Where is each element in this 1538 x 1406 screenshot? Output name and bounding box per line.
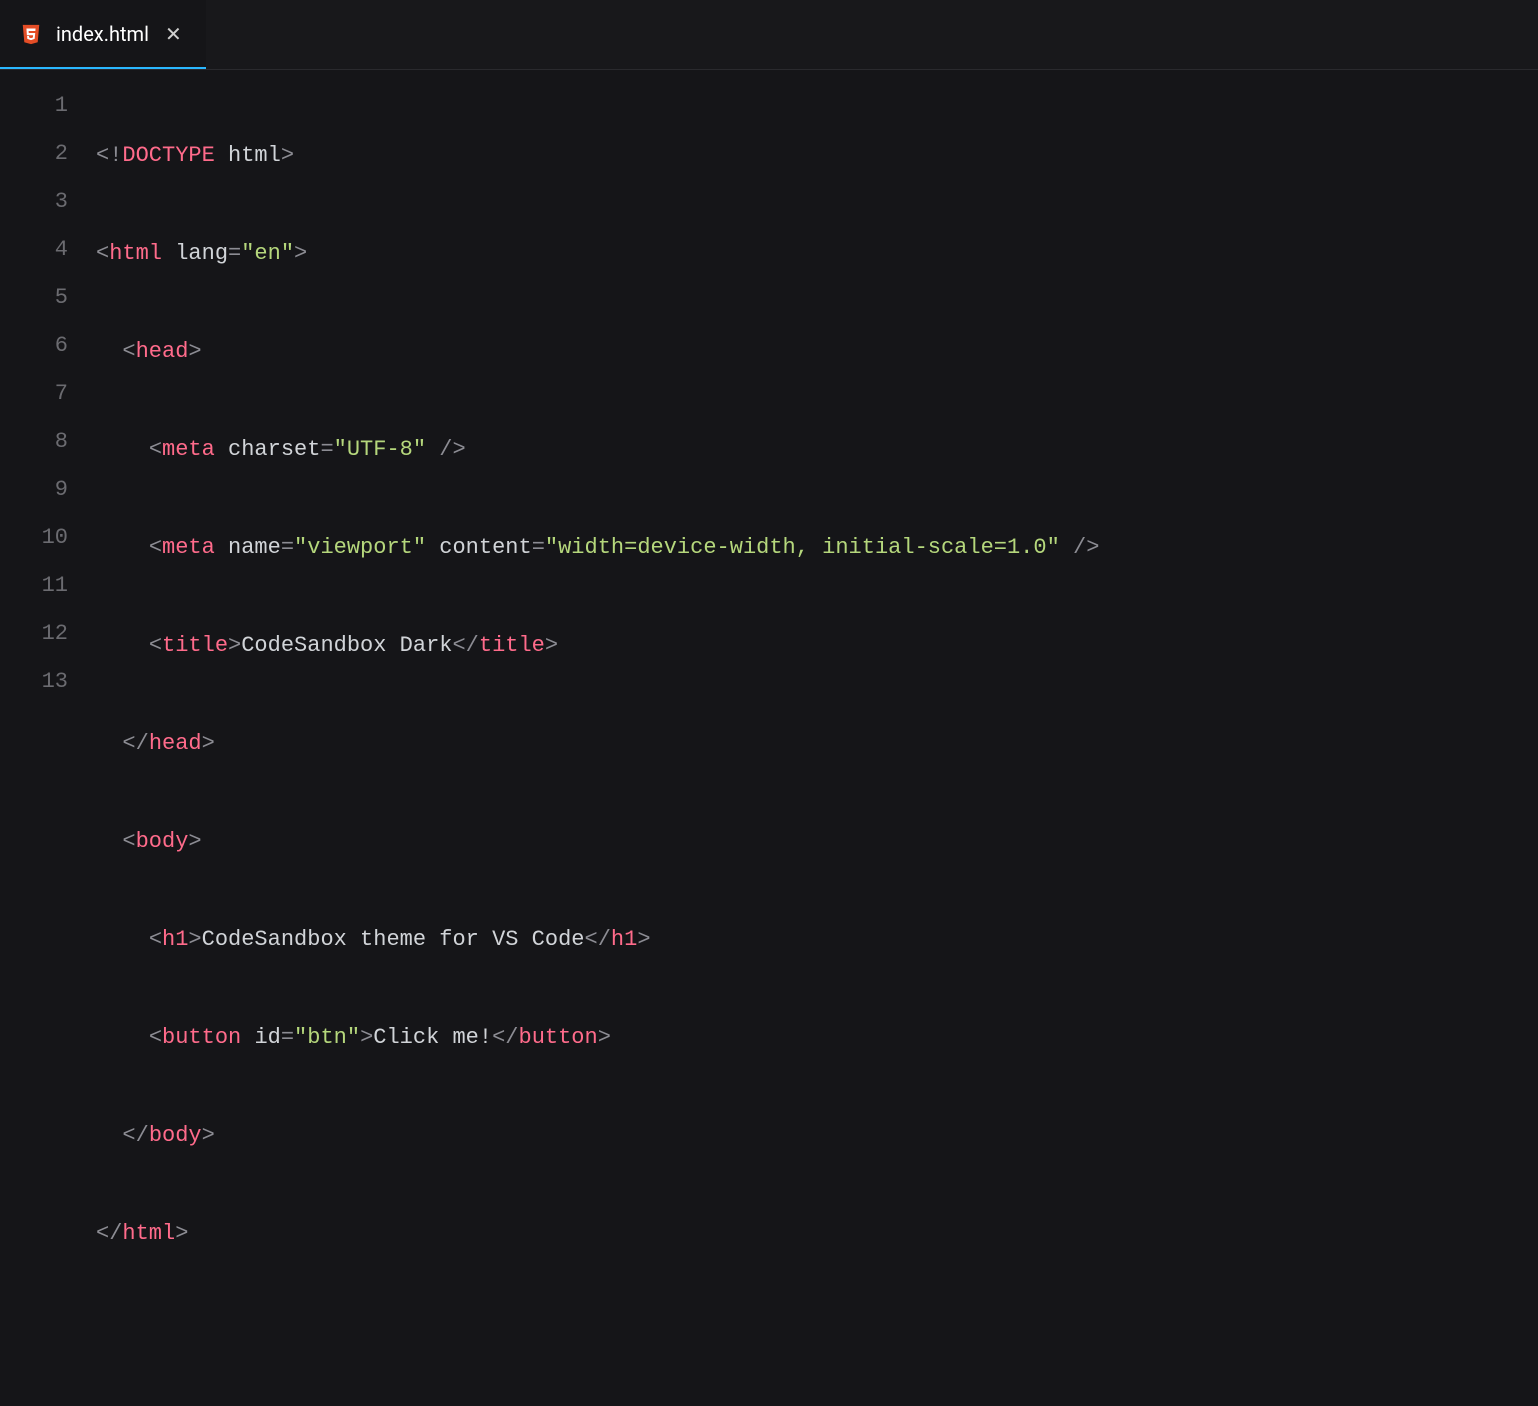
val-viewport: "viewport" [294,535,426,560]
code-line: </body> [96,1112,1538,1160]
line-number: 11 [0,562,68,610]
doctype-kw: DOCTYPE [122,143,214,168]
code-line: <h1>CodeSandbox theme for VS Code</h1> [96,916,1538,964]
line-number: 13 [0,658,68,706]
line-number: 10 [0,514,68,562]
line-number: 2 [0,130,68,178]
tag-html-close: html [122,1221,175,1246]
text-h1: CodeSandbox theme for VS Code [202,927,585,952]
val-en: "en" [241,241,294,266]
line-number: 9 [0,466,68,514]
attr-name: name [228,535,281,560]
attr-lang: lang [175,241,228,266]
tab-bar: index.html ✕ [0,0,1538,70]
close-icon[interactable]: ✕ [165,24,182,44]
gutter: 1 2 3 4 5 6 7 8 9 10 11 12 13 [0,82,96,712]
code-line [96,1308,1538,1356]
line-number: 1 [0,82,68,130]
attr-charset: charset [228,437,320,462]
code-line: </head> [96,720,1538,768]
tag-meta: meta [162,437,215,462]
line-number: 3 [0,178,68,226]
tag-head-close: head [149,731,202,756]
tag-h1-close: h1 [611,927,637,952]
text-button: Click me! [373,1025,492,1050]
attr-id: id [254,1025,280,1050]
code-line: <html lang="en"> [96,230,1538,278]
text-title: CodeSandbox Dark [241,633,452,658]
code-line: <title>CodeSandbox Dark</title> [96,622,1538,670]
tag-button: button [162,1025,241,1050]
html5-icon [20,23,42,45]
code-line: </html> [96,1210,1538,1258]
code-line: <meta name="viewport" content="width=dev… [96,524,1538,572]
line-number: 12 [0,610,68,658]
val-content: "width=device-width, initial-scale=1.0" [545,535,1060,560]
doctype-val: html [228,143,281,168]
val-utf8: "UTF-8" [334,437,426,462]
code-editor[interactable]: 1 2 3 4 5 6 7 8 9 10 11 12 13 <!DOCTYPE … [0,70,1538,712]
tag-button-close: button [519,1025,598,1050]
val-btn: "btn" [294,1025,360,1050]
tag-html: html [109,241,162,266]
tag-body: body [136,829,189,854]
line-number: 8 [0,418,68,466]
attr-content: content [439,535,531,560]
line-number: 6 [0,322,68,370]
code-line: <meta charset="UTF-8" /> [96,426,1538,474]
tag-body-close: body [149,1123,202,1148]
code-line: <head> [96,328,1538,376]
tag-title: title [162,633,228,658]
line-number: 4 [0,226,68,274]
tab-index-html[interactable]: index.html ✕ [0,0,206,69]
code-line: <!DOCTYPE html> [96,132,1538,180]
code-line: <body> [96,818,1538,866]
tag-meta: meta [162,535,215,560]
tag-head: head [136,339,189,364]
tag-h1: h1 [162,927,188,952]
code-area[interactable]: <!DOCTYPE html> <html lang="en"> <head> … [96,82,1538,712]
line-number: 5 [0,274,68,322]
tab-filename: index.html [56,22,149,46]
code-line: <button id="btn">Click me!</button> [96,1014,1538,1062]
line-number: 7 [0,370,68,418]
tag-title-close: title [479,633,545,658]
